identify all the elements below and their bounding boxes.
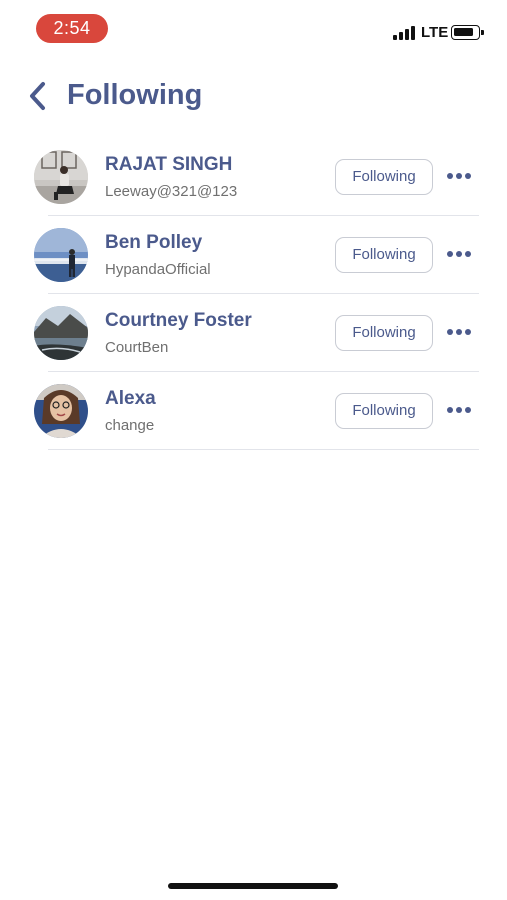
more-horizontal-icon[interactable] — [444, 322, 474, 342]
user-handle: Leeway@321@123 — [105, 183, 238, 200]
following-list: RAJAT SINGH Leeway@321@123 Following Ben… — [0, 138, 507, 450]
user-handle: CourtBen — [105, 339, 169, 356]
avatar[interactable] — [34, 384, 88, 438]
battery-icon — [451, 25, 484, 40]
page-header: Following — [0, 70, 507, 126]
following-button[interactable]: Following — [335, 393, 433, 429]
cellular-signal-icon — [393, 26, 415, 40]
network-type: LTE — [421, 24, 449, 41]
user-name[interactable]: Ben Polley — [105, 232, 202, 254]
avatar[interactable] — [34, 150, 88, 204]
user-name[interactable]: Courtney Foster — [105, 310, 252, 332]
following-button[interactable]: Following — [335, 159, 433, 195]
more-horizontal-icon[interactable] — [444, 400, 474, 420]
user-handle: change — [105, 417, 155, 434]
more-horizontal-icon[interactable] — [444, 166, 474, 186]
status-bar: 2:54 LTE — [0, 0, 507, 56]
following-button[interactable]: Following — [335, 315, 433, 351]
list-item[interactable]: Ben Polley HypandaOfficial Following — [0, 216, 507, 294]
list-item[interactable]: Courtney Foster CourtBen Following — [0, 294, 507, 372]
chevron-left-icon — [30, 82, 45, 110]
more-horizontal-icon[interactable] — [444, 244, 474, 264]
user-handle: HypandaOfficial — [105, 261, 211, 278]
list-item[interactable]: Alexa change Following — [0, 372, 507, 450]
user-name[interactable]: RAJAT SINGH — [105, 154, 232, 176]
following-screen: 2:54 LTE Following RAJAT SINGH Leeway@32… — [0, 0, 507, 900]
page-title: Following — [67, 79, 203, 111]
avatar[interactable] — [34, 306, 88, 360]
list-item[interactable]: RAJAT SINGH Leeway@321@123 Following — [0, 138, 507, 216]
avatar[interactable] — [34, 228, 88, 282]
status-time[interactable]: 2:54 — [36, 14, 108, 43]
following-button[interactable]: Following — [335, 237, 433, 273]
user-name[interactable]: Alexa — [105, 388, 156, 410]
back-button[interactable] — [22, 78, 56, 114]
divider — [48, 449, 479, 450]
home-indicator[interactable] — [168, 883, 338, 889]
